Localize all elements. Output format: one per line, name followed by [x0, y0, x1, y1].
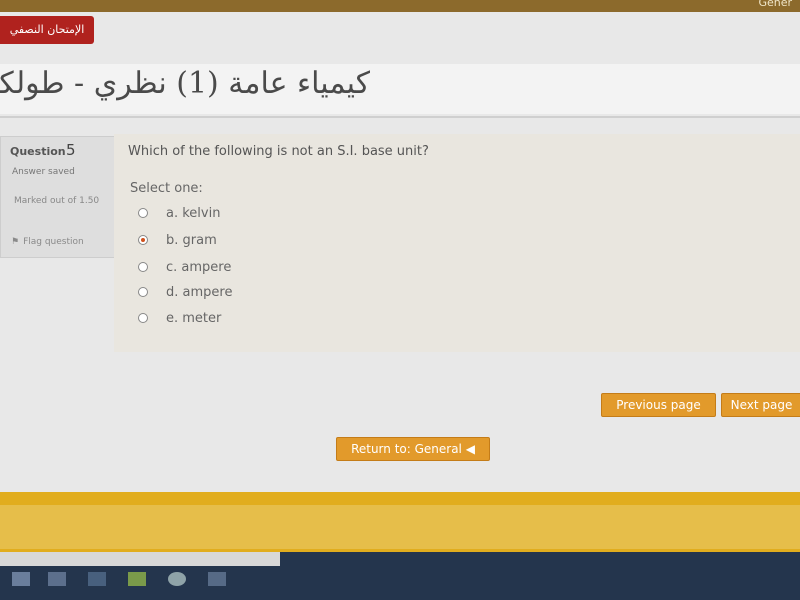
answer-option-e[interactable]: e. meter: [138, 308, 221, 328]
answer-option-d[interactable]: d. ampere: [138, 282, 232, 302]
footer-highlight: [0, 505, 800, 549]
window-icon[interactable]: [208, 572, 226, 586]
select-one-prompt: Select one:: [130, 181, 203, 196]
browser-icon[interactable]: [168, 572, 186, 586]
answer-label: e. meter: [166, 310, 222, 326]
return-to-general-button[interactable]: Return to: General ◀: [336, 437, 490, 461]
question-number: 5: [66, 141, 76, 159]
answer-option-a[interactable]: a. kelvin: [138, 203, 220, 223]
explorer-icon[interactable]: [48, 572, 66, 586]
question-content: Which of the following is not an S.I. ba…: [114, 134, 800, 352]
header-divider: [0, 116, 800, 118]
answer-option-c[interactable]: c. ampere: [138, 257, 231, 277]
top-bar: Gener: [0, 0, 800, 12]
question-info-panel: Question 5 Answer saved Marked out of 1.…: [0, 136, 116, 258]
top-bar-text: Gener: [758, 0, 792, 9]
media-icon[interactable]: [128, 572, 146, 586]
answer-option-b[interactable]: b. gram: [138, 230, 217, 250]
answer-label: d. ampere: [166, 284, 233, 300]
radio-button-selected[interactable]: [138, 235, 148, 245]
flag-icon: ⚑: [11, 237, 20, 247]
radio-button[interactable]: [138, 287, 148, 297]
radio-button[interactable]: [138, 313, 148, 323]
answer-label: c. ampere: [166, 259, 232, 275]
start-icon[interactable]: [12, 572, 30, 586]
taskbar: [0, 552, 800, 600]
course-title: كيمياء عامة (1) نظري - طولكرم: [0, 66, 370, 101]
previous-page-button[interactable]: Previous page: [601, 393, 716, 417]
answer-label: a. kelvin: [166, 205, 221, 221]
flag-question-link[interactable]: ⚑ Flag question: [11, 237, 88, 247]
next-page-button[interactable]: Next page: [721, 393, 800, 417]
app-icon[interactable]: [88, 572, 106, 586]
radio-button[interactable]: [138, 262, 148, 272]
question-state: Answer saved: [12, 167, 75, 177]
browser-tab-strip: [0, 552, 280, 566]
question-text: Which of the following is not an S.I. ba…: [128, 144, 429, 159]
answer-label: b. gram: [166, 232, 217, 248]
question-label: Question: [10, 145, 66, 158]
question-grade: Marked out of 1.50: [14, 196, 100, 206]
breadcrumb-button[interactable]: الإمتحان النصفي: [0, 16, 94, 44]
radio-button[interactable]: [138, 208, 148, 218]
flag-label: Flag question: [23, 237, 84, 247]
